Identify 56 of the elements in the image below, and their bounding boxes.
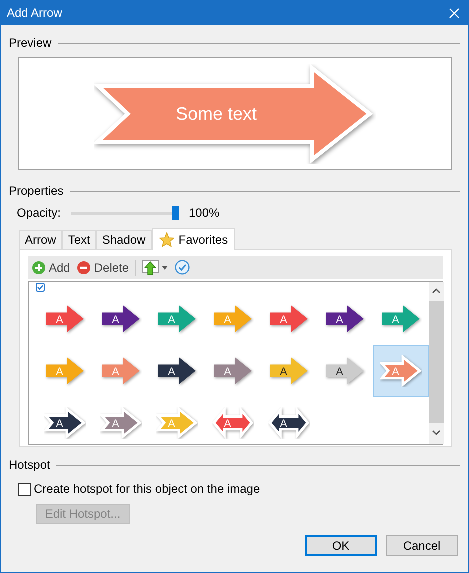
arrow-style-item[interactable]: A [317,293,373,345]
arrow-icon: A [156,303,198,335]
group-label: Hotspot [9,457,50,474]
arrow-icon: A [268,303,310,335]
arrow-icon: A [212,355,254,387]
arrow-icon: A [380,303,422,335]
arrow-style-item[interactable]: A [149,345,205,397]
arrow-icon: A [156,355,198,387]
star-icon [158,232,175,248]
dialog-button[interactable]: Cancel [386,535,458,556]
scroll-up-icon[interactable] [432,288,441,294]
checkbox[interactable] [18,482,31,496]
arrow-text: Some text [176,102,258,126]
up-arrow-icon [142,260,160,276]
arrow-style-item[interactable]: A [205,397,261,449]
opacity-slider[interactable] [71,206,179,220]
arrow-icon: A [324,303,366,335]
dialog-button[interactable]: OK [305,535,377,556]
arrow-icon: A [100,303,142,335]
arrow-style-item[interactable]: A [37,397,93,449]
tab[interactable]: Arrow [19,230,62,249]
move-up-button[interactable] [142,260,168,276]
scroll-down-icon[interactable] [432,430,441,436]
tab[interactable]: Shadow [96,230,152,249]
arrow-style-item[interactable]: A [261,345,317,397]
tab[interactable]: Text [62,230,96,249]
arrow-style-item[interactable]: A [93,293,149,345]
arrow-icon: A [212,303,254,335]
plus-icon [32,260,46,274]
delete-button[interactable]: Delete [77,258,130,276]
arrow-icon: A [100,355,142,387]
arrow-style-item[interactable]: A [317,345,373,397]
arrow-icon: A [380,355,422,387]
caret-icon [162,266,168,270]
check-circle-icon[interactable] [175,260,190,275]
arrow-icon: A [268,355,310,387]
arrow-style-item[interactable]: A [261,397,317,449]
close-icon[interactable] [449,8,460,18]
hotspot-checkbox[interactable]: Create hotspot for this object on the image [18,480,460,498]
checkbox-icon [36,283,45,292]
arrow-icon: A [44,303,86,335]
group-label: Preview [9,35,52,52]
scrollbar[interactable] [429,282,444,444]
tab[interactable]: Favorites [152,228,236,250]
group-label: Properties [9,183,64,200]
minus-icon [77,260,92,274]
window-title: Add Arrow [7,5,62,22]
arrow-icon: A [44,355,86,387]
arrow-icon: A [324,355,366,387]
opacity-label: Opacity: [17,205,62,222]
opacity-value: 100% [189,205,220,222]
arrow-style-item[interactable]: A [37,293,93,345]
arrow-style-item[interactable]: A [261,293,317,345]
scroll-thumb[interactable] [429,301,444,423]
slider-thumb[interactable] [172,206,179,220]
add-button[interactable]: Add [32,258,70,276]
